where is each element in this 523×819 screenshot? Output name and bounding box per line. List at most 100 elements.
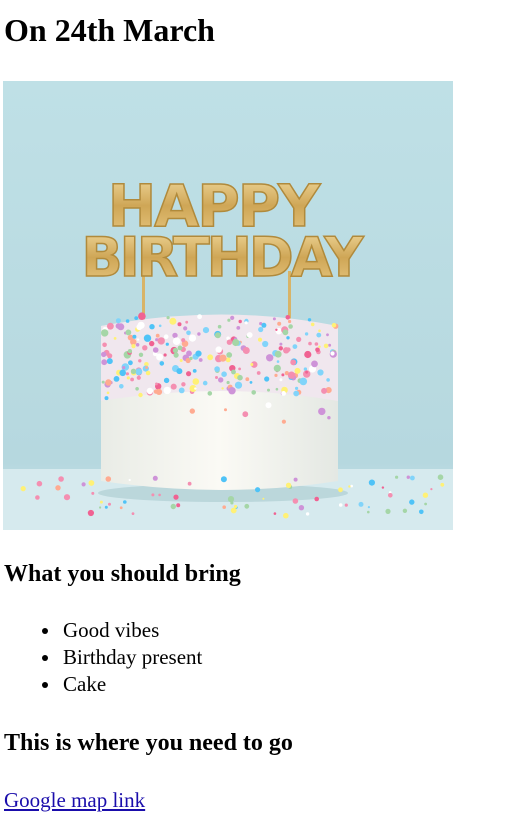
topper-text-birthday: BIRTHDAY (82, 226, 365, 289)
sprinkle (170, 503, 176, 510)
page-title: On 24th March (4, 12, 215, 48)
sprinkle (128, 360, 133, 366)
sprinkle (331, 322, 337, 328)
sprinkle (276, 360, 280, 363)
sprinkle (189, 356, 193, 361)
sprinkle (183, 326, 188, 331)
sprinkle (188, 334, 197, 342)
sprinkle (323, 343, 329, 349)
sprinkle (143, 334, 152, 342)
sprinkle (137, 321, 145, 329)
sprinkle (214, 332, 221, 339)
sprinkle (304, 332, 309, 336)
sprinkle (256, 371, 261, 375)
sprinkle (231, 369, 236, 375)
sprinkle (344, 503, 348, 507)
sprinkle (285, 482, 292, 488)
sprinkle (328, 343, 332, 347)
sprinkle (181, 382, 186, 387)
sprinkle (292, 344, 298, 349)
sprinkle (170, 383, 177, 390)
sprinkle (138, 352, 144, 357)
sprinkle (303, 367, 308, 371)
sprinkle (238, 367, 242, 371)
sprinkle (125, 372, 129, 376)
sprinkle (192, 369, 197, 373)
sprinkle (156, 353, 164, 361)
sprinkle (295, 386, 299, 390)
sprinkle (35, 495, 40, 500)
sprinkle (330, 351, 335, 356)
sprinkle (135, 343, 140, 347)
sprinkle (105, 379, 112, 386)
sprinkle (138, 392, 143, 398)
sprinkle (88, 480, 95, 486)
sprinkle (317, 369, 324, 376)
sprinkle (437, 474, 444, 481)
sprinkle (314, 496, 320, 502)
sprinkle (197, 314, 203, 320)
sprinkle (186, 330, 191, 336)
sprinkle (281, 373, 285, 377)
sprinkle (202, 380, 208, 386)
sprinkle (385, 508, 391, 514)
sprinkle (217, 324, 222, 329)
sprinkle (304, 350, 312, 359)
sprinkle (119, 369, 126, 377)
sprinkle (63, 494, 71, 501)
sprinkle (249, 381, 253, 384)
sprinkle (172, 332, 178, 339)
sprinkle (318, 345, 321, 348)
sprinkle (113, 337, 117, 340)
sprinkle (104, 396, 109, 401)
sprinkle (178, 387, 185, 394)
sprinkle (36, 480, 43, 487)
sprinkle (145, 370, 151, 376)
sprinkle (273, 364, 281, 372)
sprinkle (326, 378, 330, 382)
sprinkle (207, 391, 213, 396)
sprinkle (106, 391, 110, 395)
sprinkle (419, 509, 424, 515)
sprinkle (58, 476, 64, 482)
sprinkle (326, 333, 329, 337)
birthday-cake-image: HAPPY BIRTHDAY (3, 81, 453, 530)
sprinkle (367, 510, 370, 514)
sprinkle (136, 375, 141, 380)
sprinkle (152, 347, 159, 353)
sprinkle (173, 494, 179, 500)
sprinkle (221, 387, 224, 390)
sprinkle (257, 337, 263, 342)
sprinkle (146, 387, 154, 395)
sprinkle (189, 408, 195, 414)
sprinkle (274, 373, 278, 377)
sprinkle (219, 354, 227, 362)
sprinkle (215, 376, 218, 379)
sprinkle (155, 382, 158, 386)
sprinkle (125, 329, 132, 336)
bullet-icon (42, 628, 48, 634)
sprinkle (266, 354, 274, 362)
list-item-label: Birthday present (63, 645, 203, 669)
sprinkle (293, 390, 300, 397)
sprinkle (218, 377, 224, 383)
sprinkle (101, 380, 105, 384)
sprinkle (267, 388, 270, 392)
sprinkle (338, 487, 343, 493)
sprinkle (169, 317, 177, 325)
sprinkle (290, 359, 297, 366)
sprinkle (104, 505, 108, 509)
sprinkle (440, 482, 445, 487)
google-map-link[interactable]: Google map link (4, 786, 145, 814)
sprinkle (176, 503, 181, 508)
list-item: Cake (42, 671, 202, 698)
sprinkle (286, 347, 291, 352)
sprinkle (298, 505, 305, 511)
sprinkle (207, 354, 214, 361)
sprinkle (327, 416, 331, 420)
sprinkle (262, 340, 269, 348)
sprinkle (145, 366, 149, 369)
sprinkle (262, 497, 265, 500)
sprinkle (242, 411, 249, 418)
sprinkle (105, 476, 112, 482)
